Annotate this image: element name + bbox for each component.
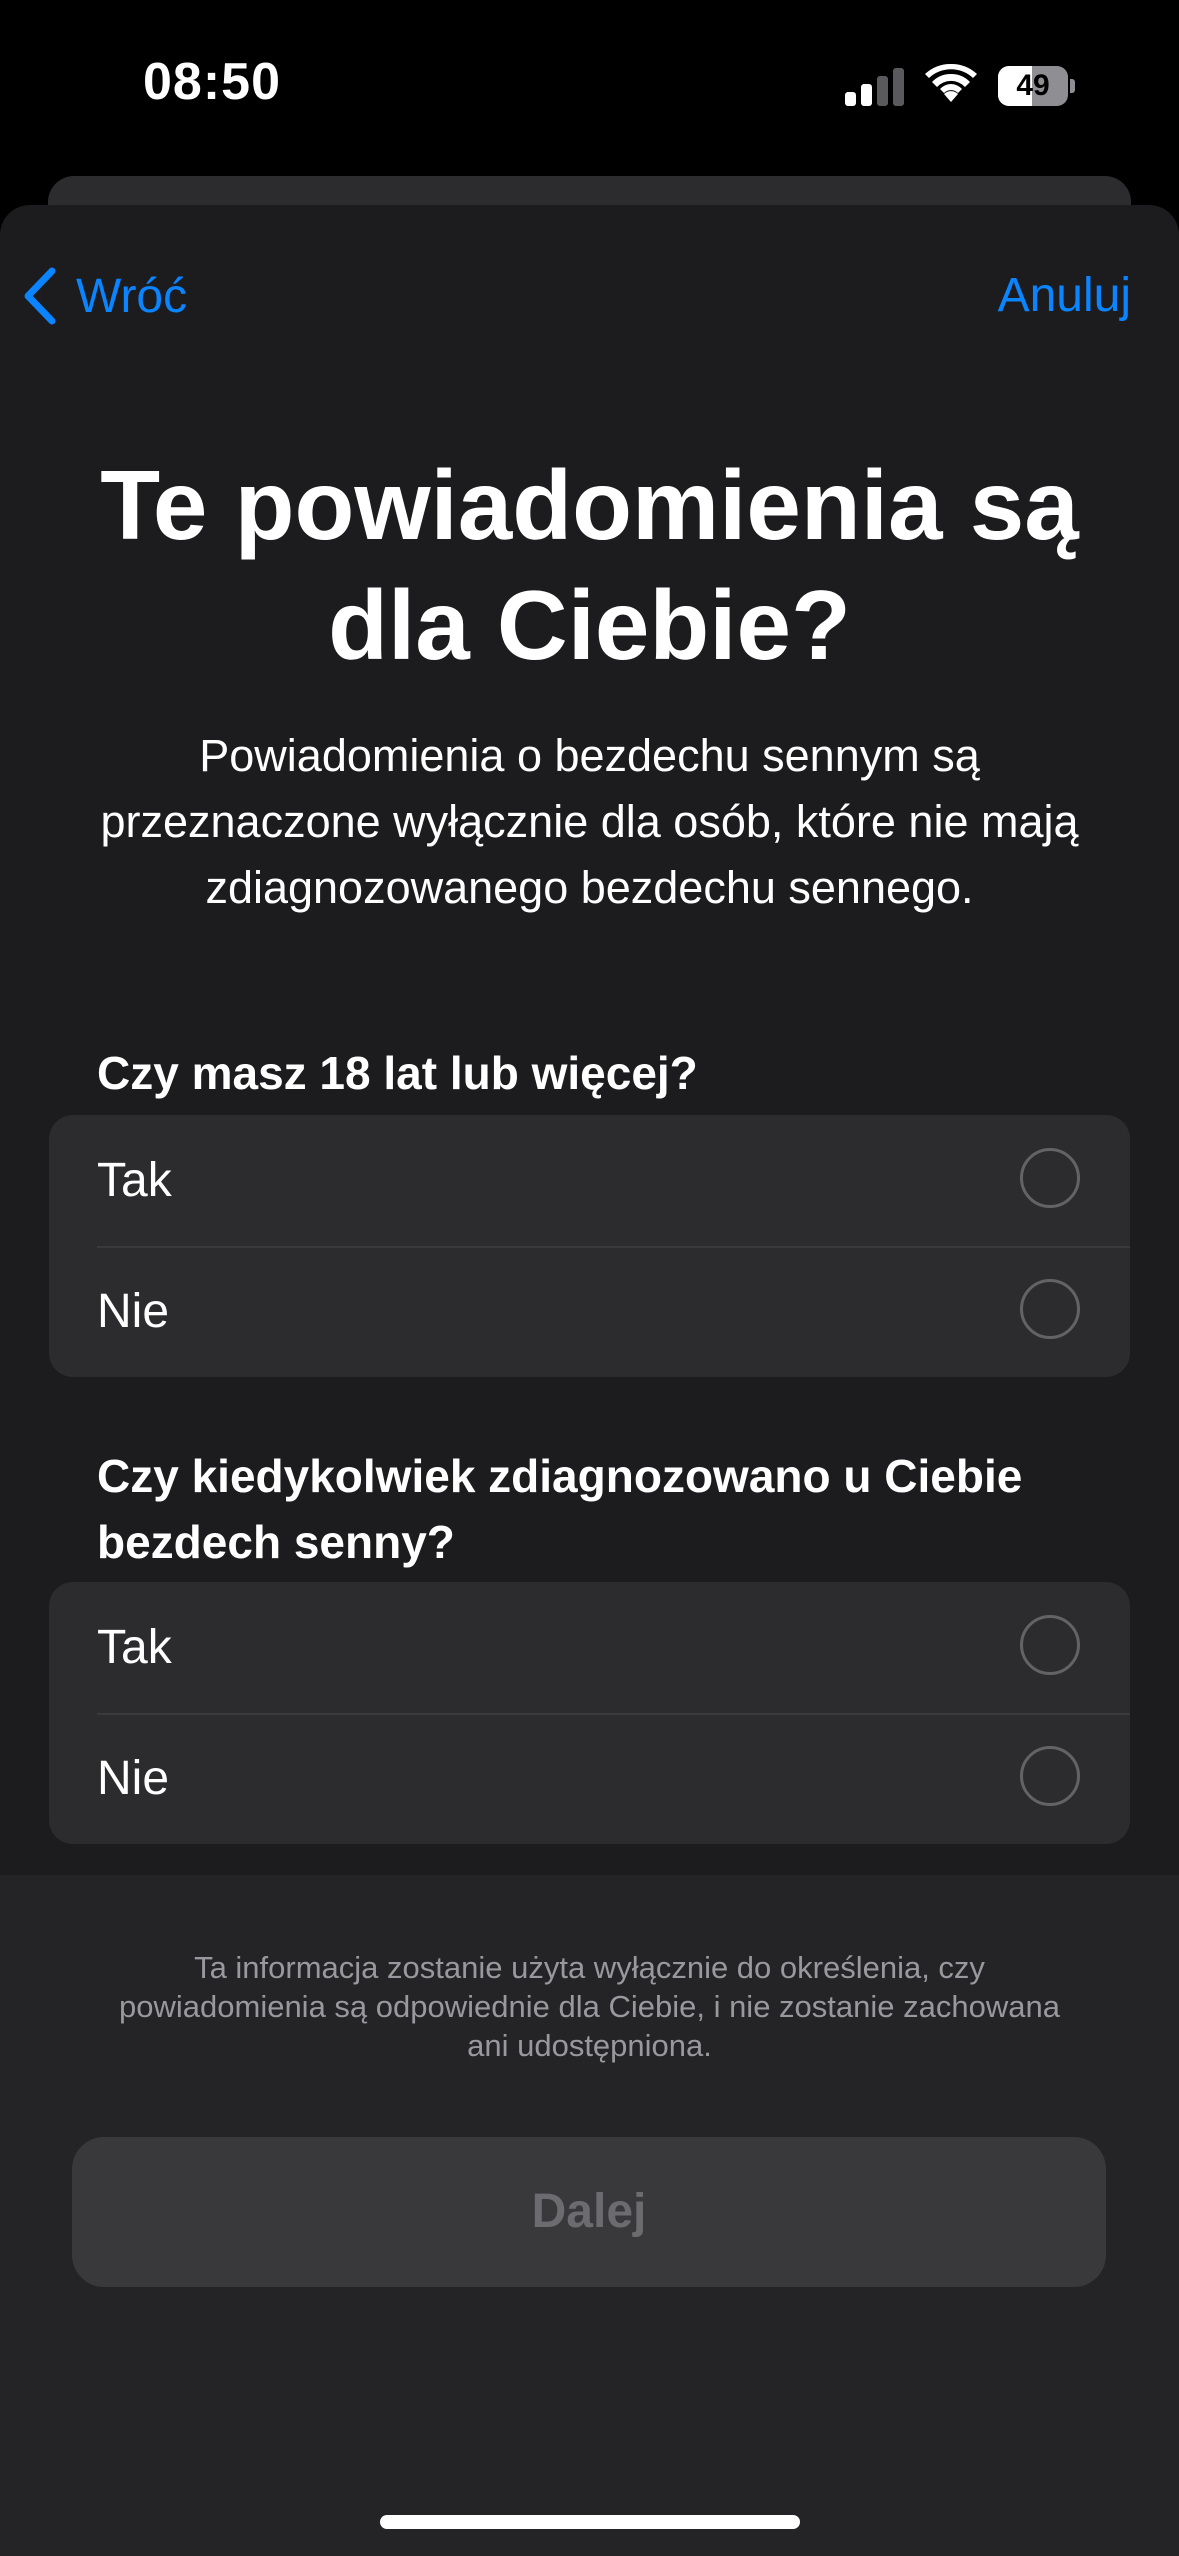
option-diagnosis-yes[interactable]: Tak xyxy=(49,1582,1130,1713)
status-time: 08:50 xyxy=(143,53,281,111)
signal-bar xyxy=(845,92,856,106)
battery-cap xyxy=(1070,79,1075,93)
back-button[interactable]: Wróć xyxy=(22,261,187,331)
signal-bar xyxy=(893,68,904,106)
back-button-label: Wróć xyxy=(76,269,188,323)
question-age: Czy masz 18 lat lub więcej? xyxy=(97,1047,698,1099)
option-age-yes[interactable]: Tak xyxy=(49,1115,1130,1246)
option-label: Tak xyxy=(97,1154,172,1207)
option-label: Tak xyxy=(97,1621,172,1674)
battery-icon: 49 xyxy=(998,66,1076,106)
cellular-signal-icon xyxy=(845,66,905,106)
modal-sheet: Wróć Anuluj Te powiadomienia są dla Cieb… xyxy=(0,205,1179,2556)
question-age-options: Tak Nie xyxy=(49,1115,1130,1377)
cancel-button[interactable]: Anuluj xyxy=(998,261,1131,331)
wifi-icon xyxy=(925,63,977,104)
question-diagnosis: Czy kiedykolwiek zdiagnozowano u Ciebie … xyxy=(97,1450,1023,1568)
option-age-no[interactable]: Nie xyxy=(49,1246,1130,1377)
page-title: Te powiadomienia są dla Ciebie? xyxy=(100,450,1079,680)
page-subtitle: Powiadomienia o bezdechu sennym są przez… xyxy=(100,730,1079,913)
radio-circle-icon[interactable] xyxy=(1020,1615,1080,1675)
radio-circle-icon[interactable] xyxy=(1020,1148,1080,1208)
chevron-left-icon xyxy=(24,267,56,325)
question-diagnosis-options: Tak Nie xyxy=(49,1582,1130,1844)
option-label: Nie xyxy=(97,1285,170,1338)
next-button[interactable]: Dalej xyxy=(72,2137,1106,2287)
battery-body: 49 xyxy=(998,66,1068,106)
radio-circle-icon[interactable] xyxy=(1020,1746,1080,1806)
footer-panel: Ta informacja zostanie użyta wyłącznie d… xyxy=(0,1875,1179,2556)
radio-circle-icon[interactable] xyxy=(1020,1279,1080,1339)
option-diagnosis-no[interactable]: Nie xyxy=(49,1713,1130,1844)
option-label: Nie xyxy=(97,1752,170,1805)
signal-bar xyxy=(877,76,888,106)
battery-percentage: 49 xyxy=(1016,69,1050,102)
privacy-disclaimer: Ta informacja zostanie użyta wyłącznie d… xyxy=(119,1950,1060,2063)
home-indicator[interactable] xyxy=(380,2515,800,2529)
signal-bar xyxy=(861,84,872,106)
